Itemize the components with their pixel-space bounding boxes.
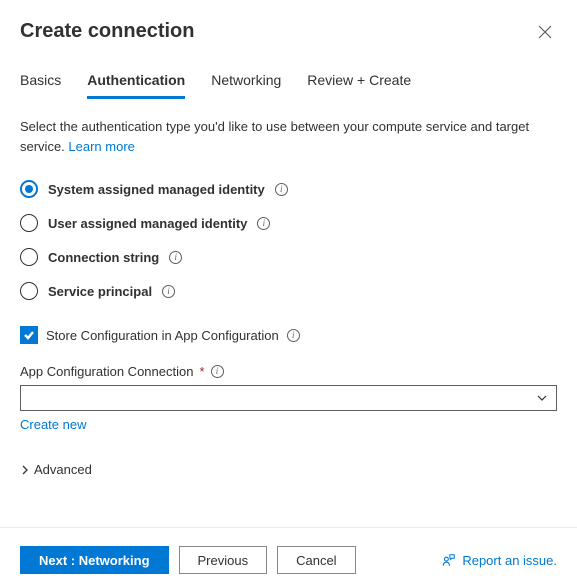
footer-separator (0, 527, 577, 528)
page-title: Create connection (20, 20, 194, 43)
tab-authentication[interactable]: Authentication (87, 72, 185, 99)
radio-user-identity[interactable] (20, 214, 38, 232)
info-icon[interactable]: i (162, 285, 175, 298)
radio-label-connection-string: Connection string (48, 250, 159, 265)
close-icon (538, 25, 552, 39)
auth-type-radio-group: System assigned managed identity i User … (20, 180, 557, 300)
required-indicator: * (199, 364, 204, 379)
radio-label-user-identity: User assigned managed identity (48, 216, 247, 231)
checkmark-icon (23, 329, 35, 341)
radio-label-service-principal: Service principal (48, 284, 152, 299)
tab-review-create[interactable]: Review + Create (307, 72, 411, 98)
radio-system-identity[interactable] (20, 180, 38, 198)
checkbox-label-store-config: Store Configuration in App Configuration (46, 328, 279, 343)
report-issue-link[interactable]: Report an issue. (442, 553, 557, 568)
info-icon[interactable]: i (287, 329, 300, 342)
app-config-label: App Configuration Connection (20, 364, 193, 379)
info-icon[interactable]: i (211, 365, 224, 378)
footer-bar: Next : Networking Previous Cancel Report… (0, 532, 577, 588)
learn-more-link[interactable]: Learn more (68, 139, 134, 154)
info-icon[interactable]: i (169, 251, 182, 264)
report-issue-label: Report an issue. (462, 553, 557, 568)
description-text: Select the authentication type you'd lik… (20, 117, 557, 156)
advanced-label: Advanced (34, 462, 92, 477)
tab-bar: Basics Authentication Networking Review … (20, 72, 557, 99)
tab-networking[interactable]: Networking (211, 72, 281, 98)
info-icon[interactable]: i (257, 217, 270, 230)
app-config-select[interactable] (20, 385, 557, 411)
advanced-toggle[interactable]: Advanced (20, 462, 557, 477)
radio-service-principal[interactable] (20, 282, 38, 300)
person-feedback-icon (442, 553, 456, 567)
tab-basics[interactable]: Basics (20, 72, 61, 98)
chevron-right-icon (20, 465, 30, 475)
chevron-down-icon (536, 392, 548, 404)
checkbox-store-config[interactable] (20, 326, 38, 344)
create-new-link[interactable]: Create new (20, 417, 86, 432)
previous-button[interactable]: Previous (179, 546, 268, 574)
close-button[interactable] (533, 20, 557, 44)
radio-label-system-identity: System assigned managed identity (48, 182, 265, 197)
radio-connection-string[interactable] (20, 248, 38, 266)
next-button[interactable]: Next : Networking (20, 546, 169, 574)
cancel-button[interactable]: Cancel (277, 546, 355, 574)
info-icon[interactable]: i (275, 183, 288, 196)
